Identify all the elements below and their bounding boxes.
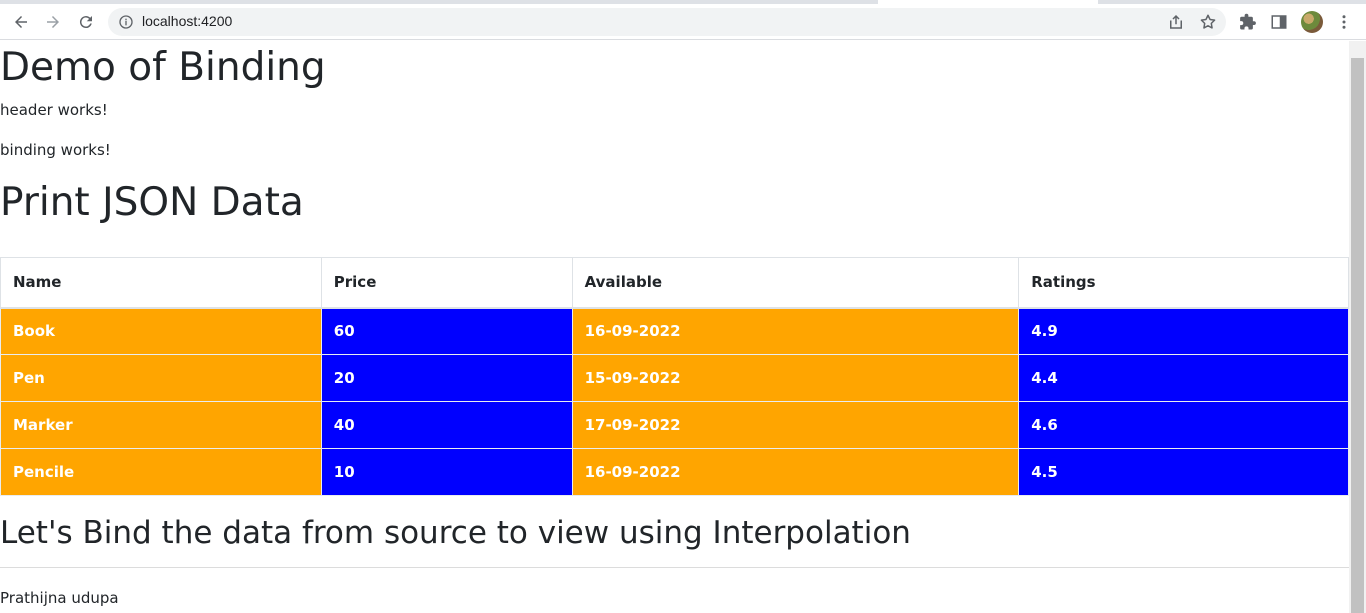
column-header-available: Available xyxy=(571,257,1020,309)
cell-available: 17-09-2022 xyxy=(571,401,1020,449)
url-text[interactable]: localhost:4200 xyxy=(142,13,232,29)
page-title: Demo of Binding xyxy=(0,45,326,90)
cell-price: 60 xyxy=(320,307,573,355)
cell-available: 15-09-2022 xyxy=(571,354,1020,402)
cell-name: Pencile xyxy=(0,448,322,496)
column-header-ratings: Ratings xyxy=(1018,257,1349,309)
table-row: Book 60 16-09-2022 4.9 xyxy=(0,307,1349,355)
cell-name: Marker xyxy=(0,401,322,449)
cell-ratings: 4.4 xyxy=(1018,354,1349,402)
binding-text: binding works! xyxy=(0,141,111,159)
cell-price: 40 xyxy=(320,401,573,449)
author-text: Prathijna udupa xyxy=(0,589,119,607)
menu-icon[interactable] xyxy=(1335,13,1353,31)
table-row: Pencile 10 16-09-2022 4.5 xyxy=(0,448,1349,496)
cell-price: 20 xyxy=(320,354,573,402)
browser-toolbar: localhost:4200 xyxy=(0,4,1366,40)
cell-name: Book xyxy=(0,307,322,355)
cell-available: 16-09-2022 xyxy=(571,448,1020,496)
section-title: Print JSON Data xyxy=(0,180,304,225)
profile-avatar[interactable] xyxy=(1301,11,1323,33)
header-text: header works! xyxy=(0,101,108,119)
divider xyxy=(0,567,1349,568)
scrollbar-thumb[interactable] xyxy=(1351,58,1364,613)
cell-name: Pen xyxy=(0,354,322,402)
address-bar[interactable]: localhost:4200 xyxy=(108,8,1226,36)
cell-ratings: 4.9 xyxy=(1018,307,1349,355)
forward-icon[interactable] xyxy=(39,8,67,36)
cell-ratings: 4.6 xyxy=(1018,401,1349,449)
page-content: Demo of Binding header works! binding wo… xyxy=(0,41,1349,613)
interpolation-heading: Let's Bind the data from source to view … xyxy=(0,515,911,551)
column-header-price: Price xyxy=(320,257,573,309)
info-icon[interactable] xyxy=(118,14,134,30)
column-header-name: Name xyxy=(0,257,322,309)
back-icon[interactable] xyxy=(7,8,35,36)
table-row: Marker 40 17-09-2022 4.6 xyxy=(0,401,1349,449)
extensions-icon[interactable] xyxy=(1239,13,1257,31)
cell-price: 10 xyxy=(320,448,573,496)
side-panel-icon[interactable] xyxy=(1270,13,1288,31)
cell-ratings: 4.5 xyxy=(1018,448,1349,496)
vertical-scrollbar[interactable] xyxy=(1349,41,1366,613)
json-data-table: Name Price Available Ratings Book 60 16-… xyxy=(0,257,1349,496)
star-icon[interactable] xyxy=(1199,13,1217,31)
reload-icon[interactable] xyxy=(72,8,100,36)
share-icon[interactable] xyxy=(1167,13,1185,31)
table-row: Pen 20 15-09-2022 4.4 xyxy=(0,354,1349,402)
table-header-row: Name Price Available Ratings xyxy=(0,257,1349,309)
cell-available: 16-09-2022 xyxy=(571,307,1020,355)
